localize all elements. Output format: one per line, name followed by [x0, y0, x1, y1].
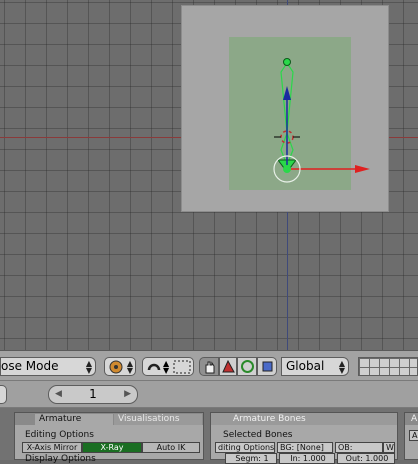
translate-manipulator[interactable]	[273, 86, 370, 183]
segments-field[interactable]: Segm: 1	[225, 453, 277, 464]
x-ray-toggle[interactable]: X-Ray	[82, 442, 142, 453]
frame-increment-arrow[interactable]: ▶	[124, 386, 131, 403]
ease-in-field[interactable]: In: 1.000	[279, 453, 335, 464]
pivot-select[interactable]: ▲ ▼	[104, 357, 136, 376]
view3d-header: ose Mode ▲ ▼ ▲ ▼ ▲ ▼ Global ▲ ▼	[0, 350, 418, 381]
weight-field[interactable]: W	[383, 442, 395, 453]
orientation-select[interactable]: Global ▲ ▼	[281, 357, 349, 376]
panel-tabs: A	[405, 413, 418, 425]
translate-widget-icon	[222, 360, 235, 373]
editing-options-field[interactable]: diting Options	[215, 442, 275, 453]
selected-bones-label: Selected Bones	[223, 430, 293, 440]
armature-panel: Armature Visualisations Editing Options …	[14, 412, 204, 464]
manipulator-hand-icon	[205, 361, 215, 374]
partial-tab[interactable]: A	[407, 414, 418, 425]
manipulator-toggle[interactable]	[199, 357, 219, 376]
armature-bones-panel: Armature Bones Selected Bones diting Opt…	[210, 412, 398, 464]
panel-tabs: Armature Bones	[211, 413, 397, 425]
partial-panel: A A	[404, 412, 418, 460]
editing-options-label: Editing Options	[25, 430, 94, 440]
partial-button[interactable]: A	[409, 430, 418, 441]
translate-widget-button[interactable]	[219, 357, 237, 376]
scale-widget-button[interactable]	[257, 357, 277, 376]
object-field[interactable]: OB:	[335, 442, 383, 453]
layers-grid[interactable]	[358, 357, 418, 376]
buttons-panels: Armature Visualisations Editing Options …	[0, 408, 418, 464]
tab-armature[interactable]: Armature	[35, 414, 113, 425]
tab-armature-bones[interactable]: Armature Bones	[229, 414, 349, 425]
updown-arrow-icon: ▲ ▼	[85, 359, 92, 375]
current-frame-value: 1	[89, 387, 97, 401]
updown-arrow-icon: ▲ ▼	[338, 359, 345, 375]
snap-settings[interactable]: ▲ ▼	[142, 357, 194, 376]
tab-visualisations[interactable]: Visualisations	[114, 414, 202, 425]
display-options-label: Display Options	[25, 454, 96, 464]
x-axis-mirror-toggle[interactable]: X-Axis Mirror	[22, 442, 82, 453]
frame-decrement-arrow[interactable]: ◀	[55, 386, 62, 403]
orientation-label: Global	[286, 359, 325, 373]
panel-select-stub[interactable]	[0, 385, 7, 404]
panel-tabs: Armature Visualisations	[15, 413, 203, 425]
ease-out-field[interactable]: Out: 1.000	[337, 453, 395, 464]
mode-select[interactable]: ose Mode ▲ ▼	[0, 357, 96, 376]
rotate-widget-icon	[241, 360, 254, 373]
current-frame-field[interactable]: ◀ 1 ▶	[48, 385, 138, 404]
scale-widget-icon	[262, 361, 273, 372]
pivot-icon	[109, 360, 123, 374]
3d-viewport[interactable]	[0, 0, 418, 350]
snap-magnet-icon	[147, 363, 161, 371]
updown-arrow-icon: ▲ ▼	[163, 359, 170, 375]
bone-group-field[interactable]: BG: [None]	[277, 442, 333, 453]
updown-arrow-icon: ▲ ▼	[126, 359, 133, 375]
mode-select-label: ose Mode	[1, 359, 59, 373]
armature-overlay	[273, 58, 370, 183]
rotate-widget-button[interactable]	[237, 357, 257, 376]
proportional-edit-icon	[173, 360, 191, 374]
auto-ik-toggle[interactable]: Auto IK	[142, 442, 200, 453]
buttons-header: ◀ 1 ▶	[0, 381, 418, 408]
